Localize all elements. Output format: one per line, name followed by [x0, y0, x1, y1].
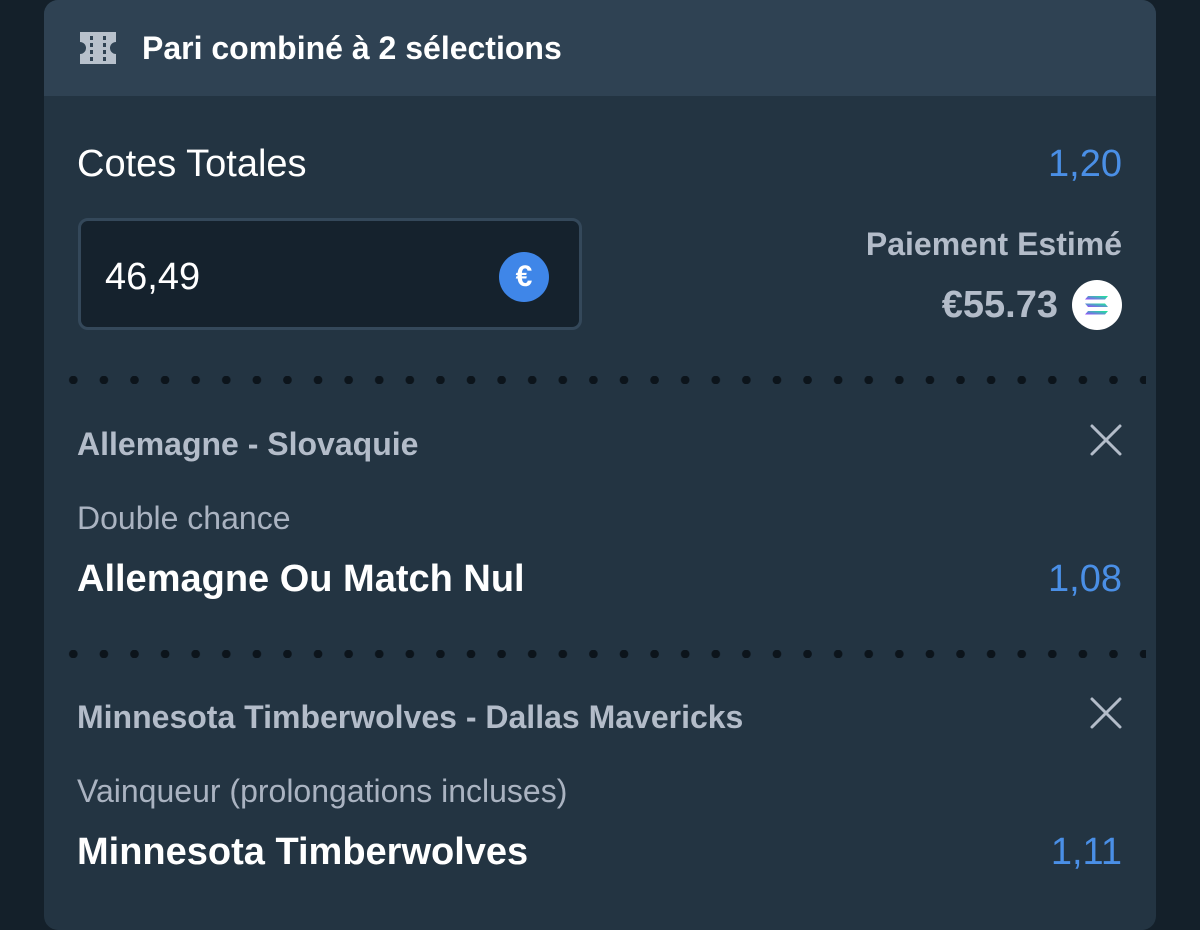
stake-input-value: 46,49	[105, 256, 201, 298]
dotted-divider	[58, 650, 1146, 658]
selection-1-odds: 1,08	[1048, 558, 1122, 600]
selection-1-match: Allemagne - Slovaquie	[77, 426, 419, 462]
selection-1-pick: Allemagne Ou Match Nul	[77, 558, 525, 600]
selection-2-match: Minnesota Timberwolves - Dallas Maverick…	[77, 699, 744, 735]
selection-2-market: Vainqueur (prolongations incluses)	[77, 773, 568, 809]
estimated-payout-label: Paiement Estimé	[865, 226, 1122, 262]
ticket-icon	[80, 32, 116, 64]
stake-input[interactable]: 46,49 €	[78, 218, 582, 330]
close-icon[interactable]	[1088, 422, 1124, 458]
total-odds-value: 1,20	[1048, 143, 1122, 185]
selection-1-market: Double chance	[77, 500, 291, 536]
bet-slip-title: Pari combiné à 2 sélections	[142, 30, 562, 66]
dotted-divider	[58, 376, 1146, 384]
euro-icon[interactable]: €	[499, 252, 549, 302]
close-icon[interactable]	[1088, 695, 1124, 731]
bet-slip-card: Pari combiné à 2 sélections Cotes Totale…	[44, 0, 1156, 930]
bet-slip-header: Pari combiné à 2 sélections	[44, 0, 1156, 96]
selection-2-pick: Minnesota Timberwolves	[77, 831, 529, 873]
selection-2-odds: 1,11	[1050, 831, 1122, 873]
estimated-payout-value: €55.73	[941, 284, 1058, 326]
total-odds-label: Cotes Totales	[77, 143, 307, 185]
solana-icon	[1072, 280, 1122, 330]
